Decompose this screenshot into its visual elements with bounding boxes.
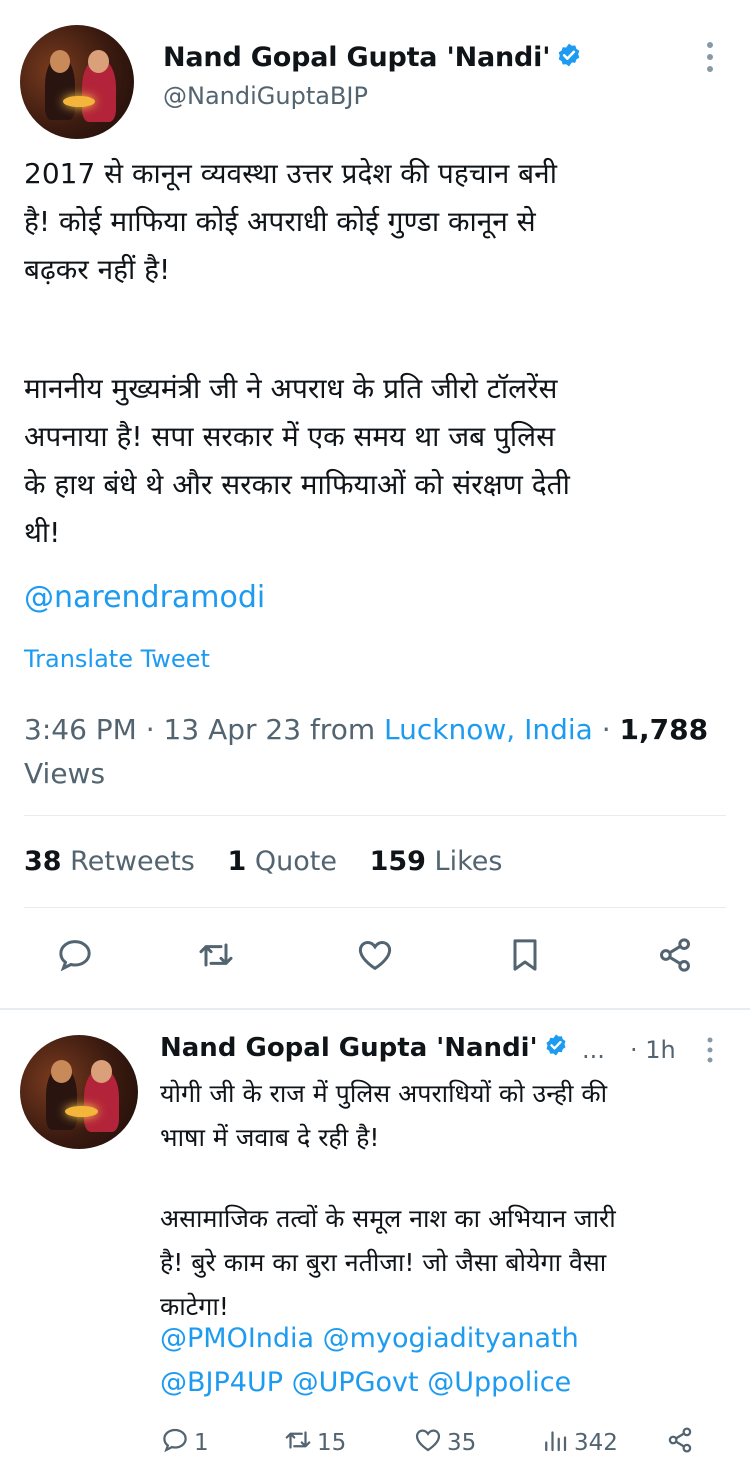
text-line: थी! — [24, 516, 61, 549]
reply-icon — [160, 1425, 190, 1461]
like-icon[interactable] — [355, 935, 395, 975]
tweet-text-paragraph-1: 2017 से कानून व्यवस्था उत्तर प्रदेश की प… — [24, 150, 724, 294]
mention-line[interactable]: @PMOIndia @myogiadityanath — [160, 1317, 720, 1361]
tweet-action-bar — [0, 935, 750, 989]
like-button[interactable]: 35 — [413, 1425, 476, 1461]
verified-badge-icon — [544, 1033, 568, 1064]
reply-time[interactable]: · 1h — [630, 1036, 676, 1064]
reply-text-paragraph-2: असामाजिक तत्वों के समूल नाश का अभियान जा… — [160, 1197, 720, 1329]
reply-mentions[interactable]: @PMOIndia @myogiadityanath @BJP4UP @UPGo… — [160, 1317, 720, 1405]
tweet-date[interactable]: 13 Apr 23 — [164, 713, 302, 746]
text-line: के हाथ बंधे थे और सरकार माफियाओं को संरक… — [24, 468, 570, 501]
text-line: है! कोई माफिया कोई अपराधी कोई गुण्डा कान… — [24, 205, 536, 238]
translate-tweet-link[interactable]: Translate Tweet — [24, 645, 210, 673]
avatar[interactable] — [20, 1035, 138, 1149]
retweet-button[interactable]: 15 — [283, 1425, 346, 1461]
author-name[interactable]: Nand Gopal Gupta 'Nandi' — [160, 1033, 538, 1063]
author-name[interactable]: Nand Gopal Gupta 'Nandi' — [163, 42, 550, 73]
author-name-row[interactable]: Nand Gopal Gupta 'Nandi' — [163, 42, 582, 75]
text-line: अपनाया है! सपा सरकार में एक समय था जब पु… — [24, 420, 556, 453]
bookmark-icon[interactable] — [505, 935, 545, 975]
likes-stat[interactable]: 159 Likes — [370, 846, 503, 877]
text-line: असामाजिक तत्वों के समूल नाश का अभियान जा… — [160, 1204, 616, 1233]
text-line: योगी जी के राज में पुलिस अपराधियों को उन… — [160, 1079, 608, 1108]
views-count: 1,788 — [619, 713, 709, 746]
share-icon[interactable] — [655, 935, 695, 975]
more-vertical-icon[interactable] — [700, 40, 720, 74]
divider — [24, 815, 726, 816]
retweet-count: 15 — [317, 1430, 347, 1456]
views-label: Views — [24, 757, 106, 790]
more-vertical-icon[interactable] — [700, 1036, 720, 1064]
author-handle[interactable]: @NandiGuptaBJP — [163, 82, 368, 110]
text-line: बढ़कर नहीं है! — [24, 253, 171, 286]
main-tweet: Nand Gopal Gupta 'Nandi' @NandiGuptaBJP … — [0, 0, 750, 1010]
tweet-text-paragraph-2: माननीय मुख्यमंत्री जी ने अपराध के प्रति … — [24, 365, 724, 557]
share-icon — [665, 1425, 695, 1461]
handle-truncated[interactable]: ... — [582, 1036, 605, 1064]
retweet-icon — [283, 1425, 313, 1461]
reply-text-paragraph-1: योगी जी के राज में पुलिस अपराधियों को उन… — [160, 1072, 720, 1160]
reply-action-bar: 1 15 35 342 — [160, 1425, 720, 1465]
like-icon — [413, 1425, 443, 1461]
like-count: 35 — [447, 1430, 477, 1456]
mention-line[interactable]: @BJP4UP @UPGovt @Uppolice — [160, 1361, 720, 1405]
avatar[interactable] — [20, 25, 134, 139]
share-button[interactable] — [665, 1425, 695, 1461]
reply-button[interactable]: 1 — [160, 1425, 209, 1461]
quotes-stat[interactable]: 1 Quote — [227, 846, 336, 877]
text-line: है! बुरे काम का बुरा नतीजा! जो जैसा बोये… — [160, 1248, 607, 1277]
retweets-stat[interactable]: 38 Retweets — [24, 846, 195, 877]
mention-link[interactable]: @narendramodi — [24, 580, 265, 615]
reply-icon[interactable] — [55, 935, 95, 975]
text-line: 2017 से कानून व्यवस्था उत्तर प्रदेश की प… — [24, 157, 557, 190]
author-name-row[interactable]: Nand Gopal Gupta 'Nandi' — [160, 1033, 568, 1064]
from-label: from — [309, 713, 376, 746]
text-line: माननीय मुख्यमंत्री जी ने अपराध के प्रति … — [24, 372, 558, 405]
tweet-metadata: 3:46 PM · 13 Apr 23 from Lucknow, India … — [24, 713, 709, 790]
engagement-stats: 38 Retweets 1 Quote 159 Likes — [24, 846, 502, 877]
views-button[interactable]: 342 — [540, 1425, 618, 1461]
tweet-location[interactable]: Lucknow, India — [384, 713, 593, 746]
tweet-separator — [0, 1008, 750, 1010]
divider — [24, 907, 726, 908]
verified-badge-icon — [556, 42, 582, 75]
text-line: भाषा में जवाब दे रही है! — [160, 1123, 380, 1152]
views-bar-chart-icon — [540, 1425, 570, 1461]
reply-count: 1 — [194, 1430, 209, 1456]
views-count: 342 — [574, 1430, 618, 1456]
tweet-time[interactable]: 3:46 PM — [24, 713, 137, 746]
retweet-icon[interactable] — [196, 935, 236, 975]
